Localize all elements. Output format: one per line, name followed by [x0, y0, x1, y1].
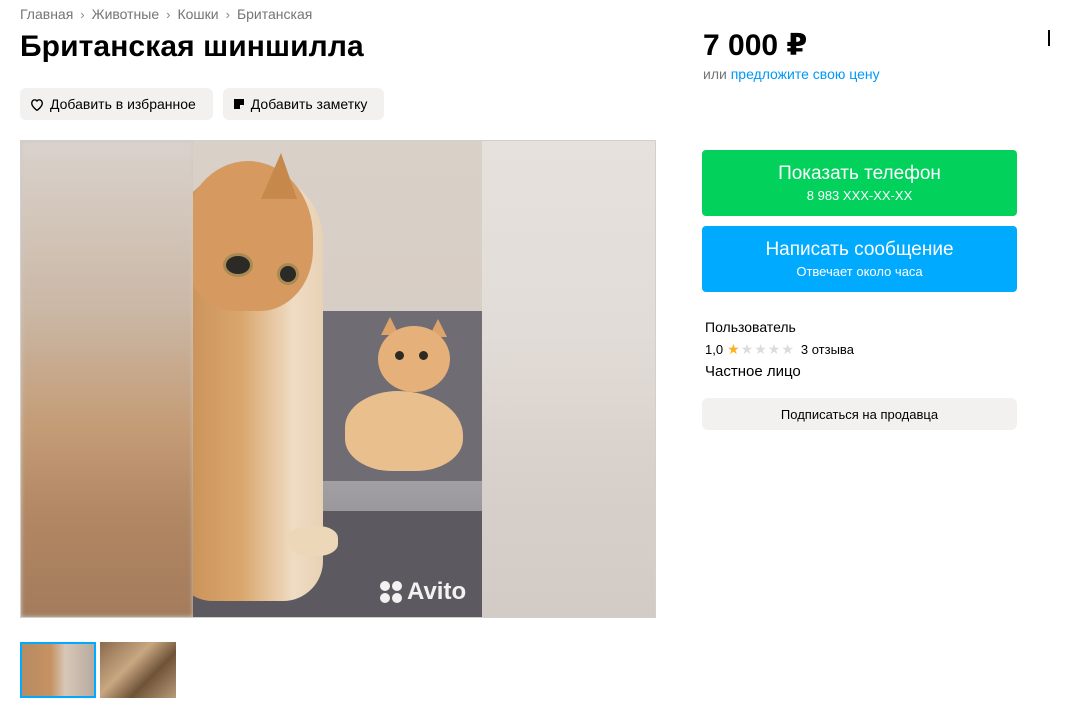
- seller-rating: 1,0 ★ ★ ★ ★ ★ 3 отзыва: [705, 341, 854, 358]
- star-icon: ★: [781, 341, 794, 357]
- photo-gallery[interactable]: Avito: [20, 140, 656, 618]
- thumbnail-1[interactable]: [20, 642, 96, 698]
- rating-value: 1,0: [705, 342, 724, 357]
- breadcrumb: Главная › Животные › Кошки › Британская: [20, 6, 312, 22]
- subscribe-seller-button[interactable]: Подписаться на продавца: [702, 398, 1017, 430]
- seller-type: Частное лицо: [705, 363, 801, 380]
- text-cursor: [1048, 30, 1050, 46]
- add-to-favorites-label: Добавить в избранное: [50, 96, 196, 112]
- show-phone-button[interactable]: Показать телефон 8 983 XXX-XX-XX: [702, 150, 1017, 216]
- breadcrumb-home[interactable]: Главная: [20, 6, 73, 22]
- page-title: Британская шиншилла: [20, 30, 364, 63]
- show-phone-label: Показать телефон: [778, 163, 941, 184]
- main-photo[interactable]: Avito: [193, 141, 483, 617]
- thumbnail-2[interactable]: [100, 642, 176, 698]
- seller-name[interactable]: Пользователь: [705, 319, 854, 335]
- star-icon: ★: [740, 341, 754, 357]
- gallery-blur-background-left: [21, 141, 193, 617]
- gallery-blur-background-right: [482, 141, 655, 617]
- star-icon: ★: [754, 341, 767, 357]
- listing-actions: Добавить в избранное Добавить заметку: [20, 88, 385, 120]
- breadcrumb-animals[interactable]: Животные: [92, 6, 160, 22]
- breadcrumb-cats[interactable]: Кошки: [177, 6, 218, 22]
- breadcrumb-british[interactable]: Британская: [237, 6, 312, 22]
- reviews-link[interactable]: 3 отзыва: [801, 342, 854, 357]
- add-to-favorites-button[interactable]: Добавить в избранное: [20, 88, 213, 120]
- chevron-right-icon: ›: [80, 6, 85, 22]
- response-time: Отвечает около часа: [796, 264, 923, 279]
- price-or-text: или: [703, 66, 727, 82]
- star-icon: ★: [767, 341, 781, 357]
- write-message-label: Написать сообщение: [765, 239, 954, 260]
- add-note-button[interactable]: Добавить заметку: [222, 88, 385, 120]
- price: 7 000 ₽: [703, 29, 808, 62]
- add-note-label: Добавить заметку: [250, 96, 368, 112]
- price-offer: или предложите свою цену: [703, 66, 880, 82]
- chevron-right-icon: ›: [166, 6, 171, 22]
- chevron-right-icon: ›: [225, 6, 230, 22]
- write-message-button[interactable]: Написать сообщение Отвечает около часа: [702, 226, 1017, 292]
- thumbnail-strip: [20, 642, 176, 698]
- rating-stars: ★ ★ ★ ★ ★: [727, 341, 795, 358]
- avito-watermark: Avito: [379, 578, 466, 606]
- note-icon: [233, 98, 245, 110]
- star-icon: ★: [727, 341, 740, 357]
- heart-icon: [30, 98, 44, 111]
- avito-logo-icon: [379, 580, 403, 604]
- masked-phone-number: 8 983 XXX-XX-XX: [806, 188, 913, 203]
- suggest-price-link[interactable]: предложите свою цену: [731, 66, 880, 82]
- seller-info: Пользователь 1,0 ★ ★ ★ ★ ★ 3 отзыва Част…: [705, 319, 854, 380]
